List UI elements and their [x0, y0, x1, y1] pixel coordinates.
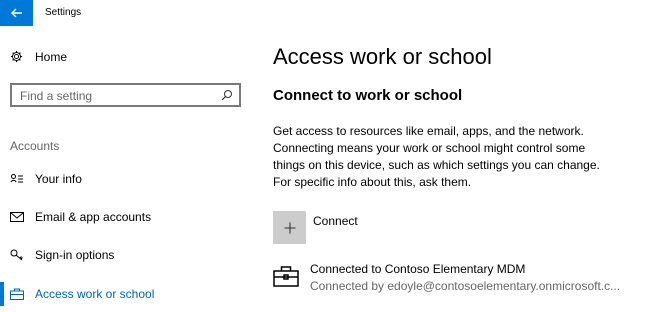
plus-icon: [284, 222, 295, 233]
sidebar-item-email-app-accounts[interactable]: Email & app accounts: [0, 202, 250, 232]
back-arrow-icon: [10, 8, 22, 18]
section-header-accounts: Accounts: [10, 139, 60, 153]
sidebar-item-label: Home: [35, 50, 68, 64]
key-icon: [10, 249, 23, 261]
account-detail: Connected by edoyle@contosoelementary.on…: [310, 279, 621, 293]
work-account-item[interactable]: Connected to Contoso Elementary MDM Conn…: [273, 262, 661, 302]
sidebar-item-access-work-or-school[interactable]: Access work or school: [0, 279, 250, 309]
gear-icon: [10, 50, 23, 63]
briefcase-icon: [273, 266, 299, 287]
window-title: Settings: [45, 7, 82, 18]
briefcase-icon: [10, 288, 24, 300]
section-title: Connect to work or school: [273, 87, 463, 104]
search-input[interactable]: Find a setting: [10, 83, 241, 107]
connect-label[interactable]: Connect: [313, 214, 358, 228]
sidebar-item-label: Your info: [35, 172, 82, 186]
back-button[interactable]: [0, 0, 33, 26]
main-content: Access work or school Connect to work or…: [273, 0, 661, 312]
description-text: Get access to resources like email, apps…: [273, 124, 600, 189]
connect-button[interactable]: [273, 211, 306, 244]
sidebar-item-label: Access work or school: [35, 287, 155, 301]
active-indicator: [0, 282, 4, 306]
sidebar-item-label: Email & app accounts: [35, 210, 152, 224]
sidebar-item-your-info[interactable]: Your info: [0, 164, 250, 194]
sidebar-item-home[interactable]: Home: [0, 44, 250, 70]
search-placeholder: Find a setting: [20, 89, 93, 103]
mail-icon: [10, 212, 24, 222]
search-icon[interactable]: [221, 89, 233, 101]
sidebar-item-label: Sign-in options: [35, 248, 115, 262]
page-title: Access work or school: [273, 44, 492, 69]
account-name: Connected to Contoso Elementary MDM: [310, 262, 526, 276]
sidebar-item-sign-in-options[interactable]: Sign-in options: [0, 240, 250, 270]
person-card-icon: [10, 174, 23, 183]
